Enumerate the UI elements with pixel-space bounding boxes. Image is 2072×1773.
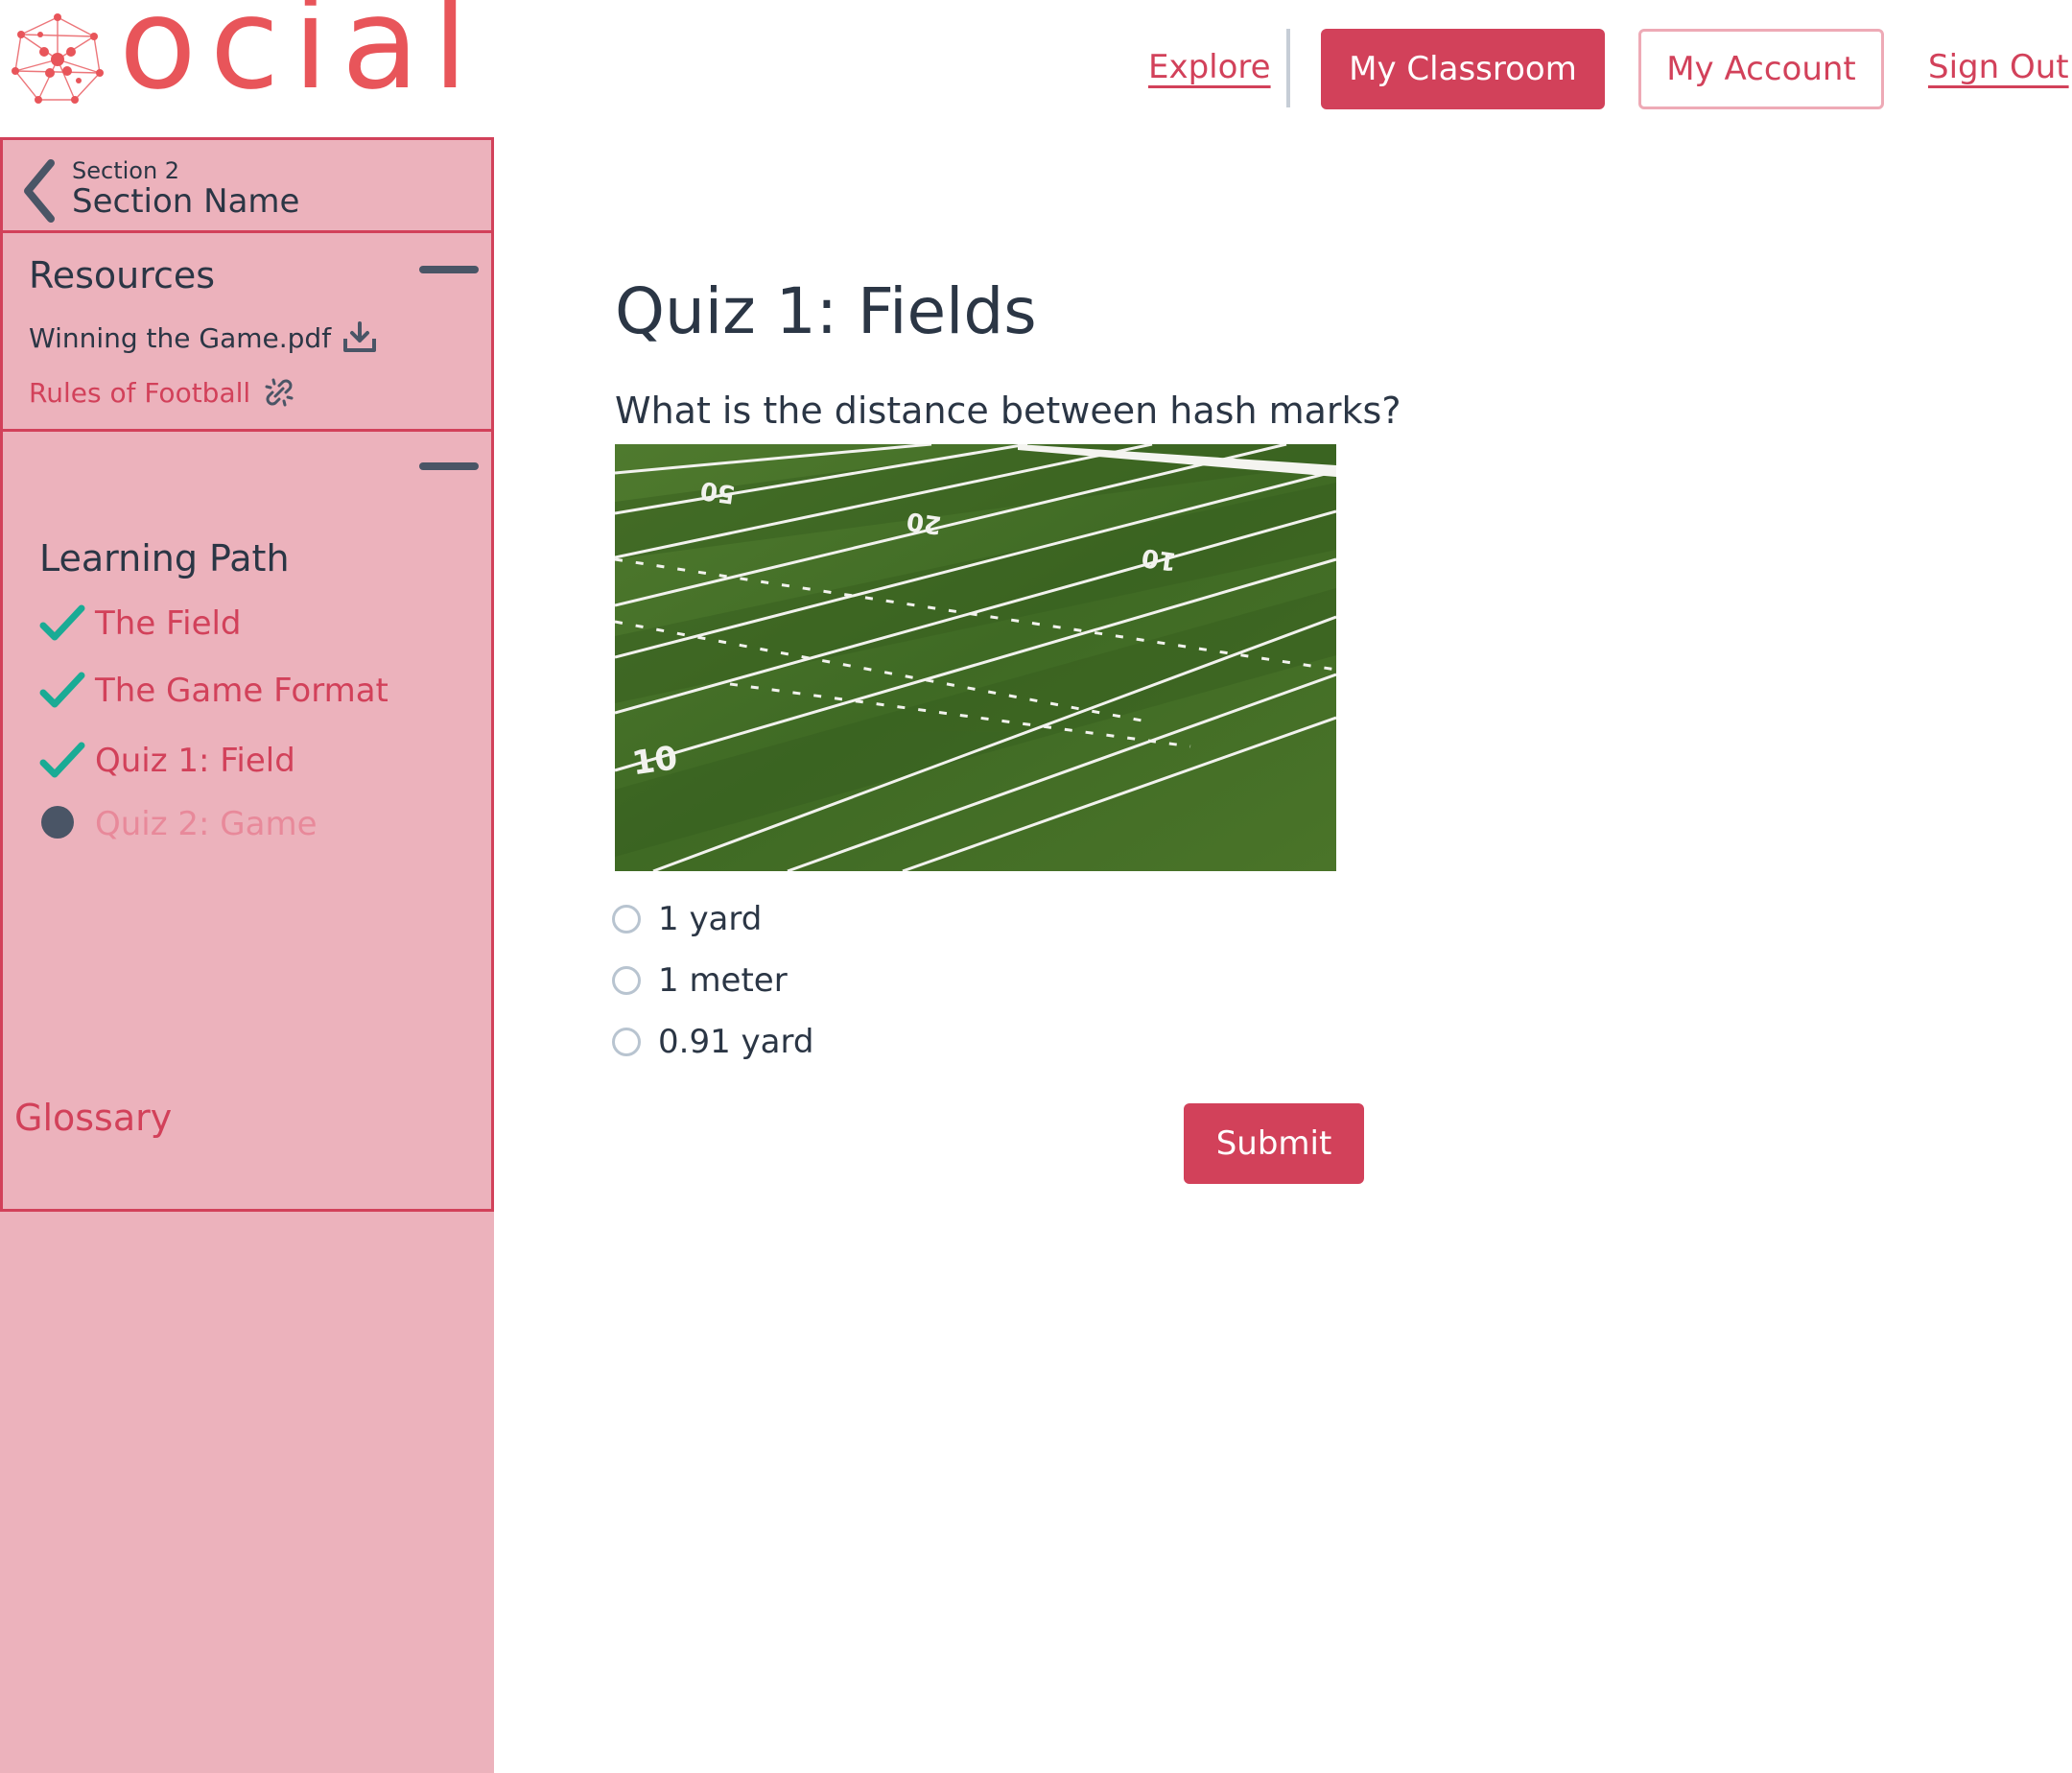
resource-pdf-item[interactable]: Winning the Game.pdf	[29, 321, 377, 354]
radio-button[interactable]	[612, 966, 641, 995]
resources-title: Resources	[29, 254, 216, 296]
learning-path-item-quiz-2[interactable]: Quiz 2: Game	[39, 803, 318, 845]
learning-path-item-the-field[interactable]: The Field	[39, 603, 242, 645]
yard-number-label: 10	[629, 739, 679, 783]
answer-option-3[interactable]: 0.91 yard	[612, 1023, 813, 1061]
resource-pdf-label: Winning the Game.pdf	[29, 321, 332, 354]
collapse-learning-path-icon[interactable]	[419, 462, 479, 470]
chevron-left-icon[interactable]	[20, 157, 59, 225]
check-icon	[39, 672, 85, 708]
resource-link-label: Rules of Football	[29, 376, 251, 409]
football-field-image: 50 20 10 10	[615, 444, 1336, 871]
answer-option-label: 1 yard	[658, 900, 763, 938]
download-icon[interactable]	[342, 321, 377, 354]
sidebar: Section 2 Section Name Resources Winning…	[0, 137, 494, 1773]
radio-button[interactable]	[612, 905, 641, 934]
submit-button[interactable]: Submit	[1184, 1103, 1364, 1184]
answer-option-1[interactable]: 1 yard	[612, 900, 762, 938]
section-header: Section 2 Section Name	[0, 137, 494, 233]
learning-path-title: Learning Path	[39, 537, 290, 579]
yard-number-label: 20	[905, 506, 943, 539]
resource-link-item[interactable]: Rules of Football	[29, 375, 296, 410]
learning-path-item-quiz-1[interactable]: Quiz 1: Field	[39, 740, 295, 782]
network-logo-icon	[12, 13, 104, 104]
answer-option-label: 1 meter	[658, 961, 788, 1000]
check-icon	[39, 604, 85, 641]
nav-divider	[1286, 29, 1290, 107]
quiz-question: What is the distance between hash marks?	[615, 390, 1401, 432]
check-icon	[39, 742, 85, 778]
current-dot-icon	[41, 806, 74, 839]
resources-panel: Resources Winning the Game.pdf Rules of …	[0, 230, 494, 432]
brand-wordmark: ocial	[119, 0, 482, 118]
learning-path-item-game-format[interactable]: The Game Format	[39, 670, 388, 712]
my-classroom-button[interactable]: My Classroom	[1321, 29, 1605, 109]
yard-number-label: 10	[1140, 542, 1178, 576]
section-number: Section 2	[72, 157, 180, 184]
nav-explore-link[interactable]: Explore	[1148, 48, 1271, 86]
yard-number-label: 50	[698, 475, 737, 508]
answer-option-label: 0.91 yard	[658, 1023, 814, 1061]
my-account-button[interactable]: My Account	[1638, 29, 1884, 109]
brand-logo[interactable]: ocial	[12, 0, 472, 113]
radio-button[interactable]	[612, 1028, 641, 1056]
section-name: Section Name	[72, 182, 300, 221]
quiz-title: Quiz 1: Fields	[615, 274, 1037, 348]
collapse-resources-icon[interactable]	[419, 266, 479, 273]
answer-option-2[interactable]: 1 meter	[612, 961, 788, 1000]
glossary-link[interactable]: Glossary	[14, 1097, 172, 1139]
sign-out-link[interactable]: Sign Out	[1928, 48, 2069, 86]
link-icon	[265, 378, 294, 407]
learning-path-panel: Learning Path The Field The Game Format …	[0, 429, 494, 1212]
